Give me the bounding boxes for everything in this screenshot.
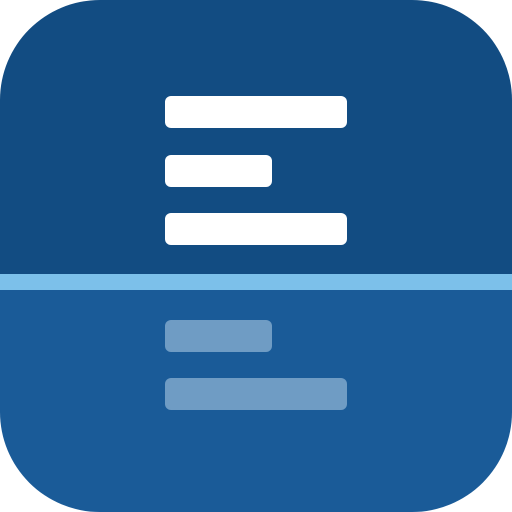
scan-line (0, 274, 512, 290)
app-icon[interactable] (0, 0, 512, 512)
reflection-line-long (165, 378, 347, 410)
document-line-long-bottom (165, 213, 347, 245)
document-line-long-top (165, 96, 347, 128)
document-line-short (165, 155, 272, 187)
reflection-line-short (165, 320, 272, 352)
